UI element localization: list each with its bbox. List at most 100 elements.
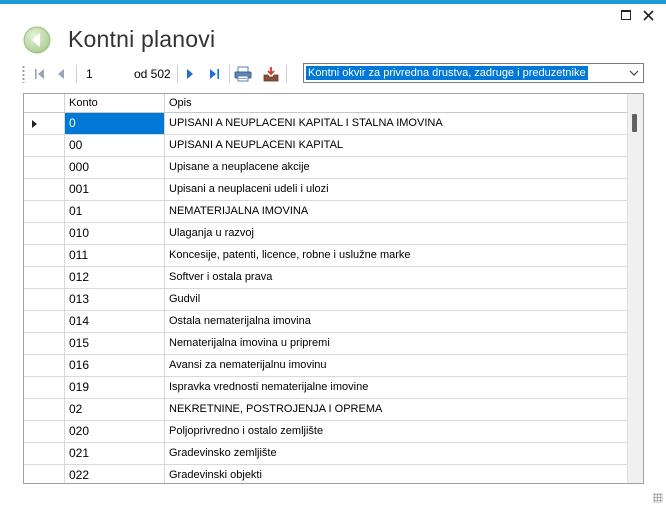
toolbar-grip[interactable] <box>22 65 25 83</box>
table-row[interactable]: 012 Softver i ostala prava <box>24 267 629 289</box>
cell-konto[interactable]: 01 <box>65 201 165 222</box>
export-button[interactable] <box>261 64 281 84</box>
row-selector[interactable] <box>24 267 65 288</box>
position-input[interactable] <box>84 65 132 83</box>
back-button[interactable] <box>23 26 51 54</box>
row-selector[interactable] <box>24 223 65 244</box>
table-row[interactable]: 021 Gradevinsko zemljište <box>24 443 629 465</box>
cell-konto[interactable]: 021 <box>65 443 165 464</box>
row-selector[interactable] <box>24 179 65 200</box>
row-selector[interactable] <box>24 333 65 354</box>
cell-konto[interactable]: 019 <box>65 377 165 398</box>
cell-opis[interactable]: Upisani a neuplaceni udeli i ulozi <box>165 179 629 200</box>
table-row[interactable]: 001 Upisani a neuplaceni udeli i ulozi <box>24 179 629 201</box>
back-arrow-icon <box>23 26 51 54</box>
cell-konto[interactable]: 000 <box>65 157 165 178</box>
row-selector[interactable] <box>24 465 65 483</box>
cell-konto[interactable]: 020 <box>65 421 165 442</box>
cell-konto[interactable]: 001 <box>65 179 165 200</box>
table-row[interactable]: 01 NEMATERIJALNA IMOVINA <box>24 201 629 223</box>
cell-konto[interactable]: 013 <box>65 289 165 310</box>
grid-header: Konto Opis <box>24 94 629 113</box>
row-selector[interactable] <box>24 377 65 398</box>
cell-opis[interactable]: Softver i ostala prava <box>165 267 629 288</box>
print-button[interactable] <box>233 64 253 84</box>
chevron-down-icon <box>629 70 639 76</box>
cell-opis[interactable]: UPISANI A NEUPLACENI KAPITAL <box>165 135 629 156</box>
row-selector[interactable] <box>24 289 65 310</box>
table-row[interactable]: 0 UPISANI A NEUPLACENI KAPITAL I STALNA I… <box>24 113 629 135</box>
cell-opis[interactable]: UPISANI A NEUPLACENI KAPITAL I STALNA IM… <box>165 113 629 134</box>
table-row[interactable]: 014 Ostala nematerijalna imovina <box>24 311 629 333</box>
row-selector[interactable] <box>24 113 65 134</box>
cell-konto[interactable]: 014 <box>65 311 165 332</box>
row-selector[interactable] <box>24 443 65 464</box>
column-header-opis[interactable]: Opis <box>165 94 629 112</box>
maximize-button[interactable] <box>619 8 633 22</box>
next-record-button[interactable] <box>180 64 200 84</box>
accounts-grid[interactable]: Konto Opis 0 UPISANI A NEUPLACENI KAPITAL… <box>23 93 644 484</box>
previous-record-icon <box>58 69 64 79</box>
cell-opis[interactable]: Poljoprivredno i ostalo zemljište <box>165 421 629 442</box>
row-selector[interactable] <box>24 245 65 266</box>
last-record-button[interactable] <box>204 64 224 84</box>
table-row[interactable]: 000 Upisane a neuplacene akcije <box>24 157 629 179</box>
cell-konto[interactable]: 022 <box>65 465 165 483</box>
cell-konto[interactable]: 012 <box>65 267 165 288</box>
close-icon <box>642 9 654 21</box>
column-header-konto[interactable]: Konto <box>65 94 165 112</box>
page-title: Kontni planovi <box>68 26 216 52</box>
resize-grip[interactable] <box>653 493 663 503</box>
last-record-icon <box>210 69 219 79</box>
cell-opis[interactable]: Avansi za nematerijalnu imovinu <box>165 355 629 376</box>
table-row[interactable]: 020 Poljoprivredno i ostalo zemljište <box>24 421 629 443</box>
row-selector[interactable] <box>24 157 65 178</box>
row-selector[interactable] <box>24 355 65 376</box>
row-selector[interactable] <box>24 135 65 156</box>
first-record-icon <box>35 69 44 79</box>
cell-konto[interactable]: 00 <box>65 135 165 156</box>
cell-opis[interactable]: NEKRETNINE, POSTROJENJA I OPREMA <box>165 399 629 420</box>
cell-opis[interactable]: Gudvil <box>165 289 629 310</box>
chart-of-accounts-select[interactable]: Kontni okvir za privredna drustva, zadru… <box>303 63 644 83</box>
first-record-button[interactable] <box>30 64 50 84</box>
toolbar-separator <box>229 65 230 83</box>
table-row[interactable]: 00 UPISANI A NEUPLACENI KAPITAL <box>24 135 629 157</box>
table-row[interactable]: 010 Ulaganja u razvoj <box>24 223 629 245</box>
cell-opis[interactable]: Gradevinski objekti <box>165 465 629 483</box>
cell-opis[interactable]: Ostala nematerijalna imovina <box>165 311 629 332</box>
table-row[interactable]: 015 Nematerijalna imovina u pripremi <box>24 333 629 355</box>
cell-konto[interactable]: 0 <box>65 113 165 134</box>
previous-record-button[interactable] <box>52 64 72 84</box>
row-selector[interactable] <box>24 201 65 222</box>
printer-icon <box>234 66 252 82</box>
cell-opis[interactable]: Upisane a neuplacene akcije <box>165 157 629 178</box>
table-row[interactable]: 02 NEKRETNINE, POSTROJENJA I OPREMA <box>24 399 629 421</box>
cell-opis[interactable]: Ispravka vrednosti nematerijalne imovine <box>165 377 629 398</box>
table-row[interactable]: 016 Avansi za nematerijalnu imovinu <box>24 355 629 377</box>
row-selector-header[interactable] <box>24 94 65 112</box>
cell-opis[interactable]: Gradevinsko zemljište <box>165 443 629 464</box>
row-selector[interactable] <box>24 421 65 442</box>
cell-opis[interactable]: Koncesije, patenti, licence, robne i usl… <box>165 245 629 266</box>
row-selector[interactable] <box>24 399 65 420</box>
table-row[interactable]: 013 Gudvil <box>24 289 629 311</box>
cell-opis[interactable]: Ulaganja u razvoj <box>165 223 629 244</box>
table-row[interactable]: 022 Gradevinski objekti <box>24 465 629 483</box>
cell-konto[interactable]: 010 <box>65 223 165 244</box>
cell-konto[interactable]: 015 <box>65 333 165 354</box>
table-row[interactable]: 019 Ispravka vrednosti nematerijalne imov… <box>24 377 629 399</box>
cell-opis[interactable]: NEMATERIJALNA IMOVINA <box>165 201 629 222</box>
record-count-label: od 502 <box>134 67 171 81</box>
vertical-scrollbar[interactable] <box>627 94 643 483</box>
close-button[interactable] <box>641 8 655 22</box>
grid-rows: 0 UPISANI A NEUPLACENI KAPITAL I STALNA I… <box>24 113 629 483</box>
table-row[interactable]: 011 Koncesije, patenti, licence, robne i … <box>24 245 629 267</box>
cell-konto[interactable]: 02 <box>65 399 165 420</box>
cell-opis[interactable]: Nematerijalna imovina u pripremi <box>165 333 629 354</box>
row-selector[interactable] <box>24 311 65 332</box>
cell-konto[interactable]: 016 <box>65 355 165 376</box>
cell-konto[interactable]: 011 <box>65 245 165 266</box>
scrollbar-thumb[interactable] <box>632 114 637 132</box>
toolbar-separator <box>177 65 178 83</box>
